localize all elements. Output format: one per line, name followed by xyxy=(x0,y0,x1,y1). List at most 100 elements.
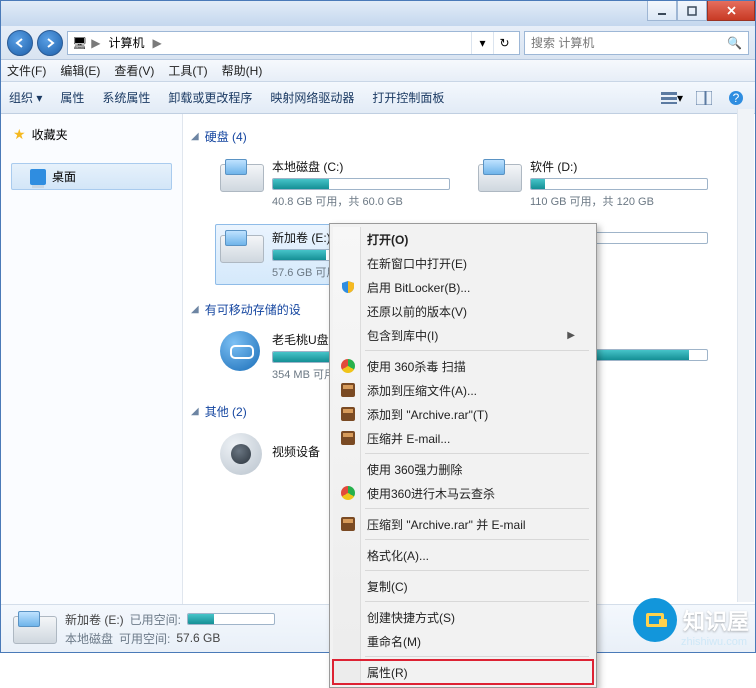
breadcrumb-computer[interactable]: 计算机 xyxy=(104,34,148,51)
context-menu-item-label: 复制(C) xyxy=(367,578,408,595)
context-menu-separator xyxy=(365,601,589,602)
hdd-icon xyxy=(220,229,264,265)
context-menu-item-label: 压缩并 E-mail... xyxy=(367,430,450,447)
drive-d-bar xyxy=(530,178,708,190)
watermark-icon xyxy=(633,598,677,642)
status-free-label: 可用空间: xyxy=(119,630,170,647)
breadcrumb-sep: ▶ xyxy=(91,36,100,50)
menu-bar: 文件(F) 编辑(E) 查看(V) 工具(T) 帮助(H) xyxy=(1,60,755,82)
status-used-bar xyxy=(187,613,275,625)
context-menu-separator xyxy=(365,656,589,657)
context-menu-item[interactable]: 包含到库中(I) ▶ xyxy=(333,323,593,347)
context-menu-item-label: 使用 360杀毒 扫描 xyxy=(367,358,466,375)
watermark-text: 知识屋 xyxy=(683,604,749,636)
status-free-value: 57.6 GB xyxy=(176,631,220,645)
toolbar-map-drive[interactable]: 映射网络驱动器 xyxy=(270,89,354,106)
context-menu-item-label: 格式化(A)... xyxy=(367,547,429,564)
menu-tools[interactable]: 工具(T) xyxy=(168,62,207,79)
context-menu-separator xyxy=(365,508,589,509)
sidebar: ★ 收藏夹 桌面 xyxy=(1,114,183,604)
status-type: 本地磁盘 xyxy=(65,630,113,647)
context-menu-item[interactable]: 重命名(M) xyxy=(333,629,593,653)
preview-pane-button[interactable] xyxy=(693,87,715,109)
context-menu-item[interactable]: 打开(O) xyxy=(333,227,593,251)
context-menu-item-label: 使用360进行木马云查杀 xyxy=(367,485,495,502)
collapse-icon: ◢ xyxy=(191,131,199,142)
toolbar-control-panel[interactable]: 打开控制面板 xyxy=(372,89,444,106)
context-menu-item[interactable]: 属性(R) xyxy=(333,660,593,684)
menu-view[interactable]: 查看(V) xyxy=(114,62,154,79)
collapse-icon: ◢ xyxy=(191,304,199,315)
usb-icon xyxy=(220,331,264,367)
maximize-button[interactable] xyxy=(677,1,707,21)
view-mode-button[interactable]: ▾ xyxy=(661,87,683,109)
drive-d-sub: 110 GB 可用，共 120 GB xyxy=(530,190,708,209)
close-button[interactable] xyxy=(707,1,755,21)
context-menu-item[interactable]: 在新窗口中打开(E) xyxy=(333,251,593,275)
group-hdd[interactable]: ◢硬盘 (4) xyxy=(189,124,745,147)
group-removable-label: 有可移动存储的设 xyxy=(205,301,301,318)
drive-d[interactable]: 软件 (D:) 110 GB 可用，共 120 GB xyxy=(473,153,713,214)
sidebar-favorites[interactable]: ★ 收藏夹 xyxy=(11,122,172,147)
search-placeholder: 搜索 计算机 xyxy=(531,34,594,51)
drive-d-name: 软件 (D:) xyxy=(530,158,708,178)
menu-help[interactable]: 帮助(H) xyxy=(222,62,263,79)
hdd-icon xyxy=(478,158,522,194)
context-menu-item[interactable]: 使用360进行木马云查杀 xyxy=(333,481,593,505)
webcam-icon xyxy=(220,433,264,469)
minimize-button[interactable] xyxy=(647,1,677,21)
toolbar-sys-properties[interactable]: 系统属性 xyxy=(102,89,150,106)
rar-icon xyxy=(339,429,357,447)
context-menu-item-label: 包含到库中(I) xyxy=(367,327,438,344)
context-menu-item[interactable]: 添加到压缩文件(A)... xyxy=(333,378,593,402)
context-menu-item-label: 重命名(M) xyxy=(367,633,421,650)
context-menu-item[interactable]: 使用 360杀毒 扫描 xyxy=(333,354,593,378)
context-menu-separator xyxy=(365,350,589,351)
context-menu-separator xyxy=(365,570,589,571)
collapse-icon: ◢ xyxy=(191,406,199,417)
context-menu-item[interactable]: 使用 360强力删除 xyxy=(333,457,593,481)
svg-text:?: ? xyxy=(733,91,740,105)
watermark-badge: 知识屋 zhishiwu.com xyxy=(633,598,749,642)
vertical-scrollbar[interactable] xyxy=(737,109,754,602)
toolbar: 组织 ▾ 属性 系统属性 卸载或更改程序 映射网络驱动器 打开控制面板 ▾ ? xyxy=(1,82,755,114)
context-menu-item-label: 在新窗口中打开(E) xyxy=(367,255,467,272)
hdd-icon xyxy=(13,612,55,646)
nav-back-button[interactable] xyxy=(7,30,33,56)
drive-c-bar xyxy=(272,178,450,190)
rar-icon xyxy=(339,515,357,533)
sidebar-desktop[interactable]: 桌面 xyxy=(11,163,172,190)
context-menu-item[interactable]: 还原以前的版本(V) xyxy=(333,299,593,323)
menu-file[interactable]: 文件(F) xyxy=(7,62,46,79)
watermark-sub: zhishiwu.com xyxy=(681,636,747,648)
context-menu-item[interactable]: 添加到 "Archive.rar"(T) xyxy=(333,402,593,426)
context-menu-item[interactable]: 格式化(A)... xyxy=(333,543,593,567)
address-bar[interactable]: 🖥 ▶ 计算机 ▶ ▾ ↻ xyxy=(67,31,520,55)
submenu-arrow-icon: ▶ xyxy=(567,330,575,341)
search-input[interactable]: 搜索 计算机 🔍 xyxy=(524,31,749,55)
drive-c[interactable]: 本地磁盘 (C:) 40.8 GB 可用，共 60.0 GB xyxy=(215,153,455,214)
menu-edit[interactable]: 编辑(E) xyxy=(60,62,100,79)
rar-icon xyxy=(339,381,357,399)
context-menu-item[interactable]: 启用 BitLocker(B)... xyxy=(333,275,593,299)
drive-c-name: 本地磁盘 (C:) xyxy=(272,158,450,178)
context-menu-item-label: 添加到压缩文件(A)... xyxy=(367,382,477,399)
context-menu-item-label: 启用 BitLocker(B)... xyxy=(367,279,470,296)
toolbar-organize[interactable]: 组织 ▾ xyxy=(9,89,42,106)
help-button[interactable]: ? xyxy=(725,87,747,109)
context-menu-separator xyxy=(365,539,589,540)
context-menu-item[interactable]: 复制(C) xyxy=(333,574,593,598)
star-icon: ★ xyxy=(13,126,26,143)
titlebar xyxy=(1,1,755,26)
status-used-label: 已用空间: xyxy=(130,611,181,628)
context-menu-item[interactable]: 创建快捷方式(S) xyxy=(333,605,593,629)
nav-row: 🖥 ▶ 计算机 ▶ ▾ ↻ 搜索 计算机 🔍 xyxy=(1,26,755,60)
address-dropdown[interactable]: ▾ xyxy=(471,32,493,54)
toolbar-uninstall[interactable]: 卸载或更改程序 xyxy=(168,89,252,106)
nav-forward-button[interactable] xyxy=(37,30,63,56)
refresh-button[interactable]: ↻ xyxy=(493,32,515,54)
desktop-icon xyxy=(30,169,46,185)
context-menu-item[interactable]: 压缩到 "Archive.rar" 并 E-mail xyxy=(333,512,593,536)
context-menu-item[interactable]: 压缩并 E-mail... xyxy=(333,426,593,450)
toolbar-properties[interactable]: 属性 xyxy=(60,89,84,106)
